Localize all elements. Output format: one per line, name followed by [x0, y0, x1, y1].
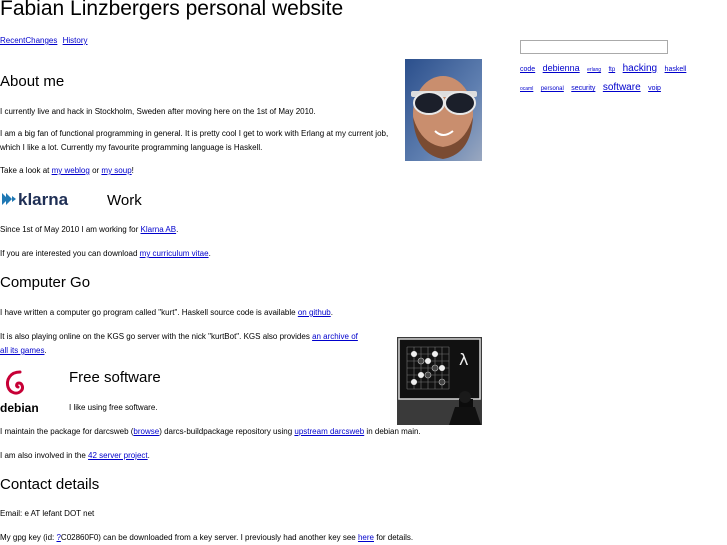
about-text-3-post: ! — [131, 166, 134, 175]
github-link[interactable]: on github — [298, 308, 331, 317]
contact-gpg: My gpg key (id: ?C02860F0) can be downlo… — [0, 531, 480, 545]
tag-link-erlang[interactable]: erlang — [587, 67, 601, 73]
search-input[interactable] — [520, 40, 668, 54]
freesw-text-3: I am also involved in the 42 server proj… — [0, 449, 400, 463]
work-text-2-post: . — [208, 249, 211, 258]
about-text-1: I currently live and hack in Stockholm, … — [0, 107, 316, 116]
tag-link-code[interactable]: code — [520, 66, 535, 73]
work-heading: Work — [107, 192, 142, 209]
tag-link-hacking[interactable]: hacking — [623, 63, 657, 74]
upstream-darcsweb-link[interactable]: upstream darcsweb — [294, 427, 364, 436]
go-text-1: I have written a computer go program cal… — [0, 306, 400, 320]
work-text-2-pre: If you are interested you can download — [0, 249, 140, 258]
site-title: Fabian Linzbergers personal website — [0, 0, 344, 20]
freesw-text-2-mid: ) darcs-buildpackage repository using — [159, 427, 295, 436]
debian-logo: debian — [0, 366, 40, 416]
tag-link-personal[interactable]: personal — [541, 86, 564, 92]
recent-changes-link[interactable]: RecentChanges — [0, 36, 57, 45]
contact-heading: Contact details — [0, 476, 100, 493]
tag-link-voip[interactable]: voip — [648, 85, 661, 92]
tag-link-software[interactable]: software — [603, 82, 641, 93]
work-text-1-pre: Since 1st of May 2010 I am working for — [0, 225, 141, 234]
top-nav: RecentChanges History — [0, 36, 91, 45]
klarna-logo-text: klarna — [18, 190, 69, 209]
freesw-text-2-post: in debian main. — [364, 427, 421, 436]
about-text-3: Take a look at my weblog or my soup! — [0, 164, 400, 178]
history-link[interactable]: History — [63, 36, 88, 45]
go-text-2-post: . — [44, 346, 47, 355]
contact-gpg-post: for details. — [374, 533, 414, 542]
go-heading: Computer Go — [0, 274, 91, 291]
soup-link[interactable]: my soup — [101, 166, 131, 175]
contact-gpg-pre: My gpg key (id: — [0, 533, 57, 542]
contact-gpg-mid: C02860F0) can be downloaded from a key s… — [60, 533, 358, 542]
debian-logo-text: debian — [0, 401, 39, 415]
weblog-link[interactable]: my weblog — [52, 166, 90, 175]
go-text-2-pre: It is also playing online on the KGS go … — [0, 332, 313, 341]
games-archive-link-line2: all its games — [0, 346, 45, 355]
tag-link-ocaml[interactable]: ocaml — [520, 86, 533, 92]
tag-link-security[interactable]: security — [571, 85, 595, 92]
portrait-photo — [405, 59, 482, 161]
tag-link-haskell[interactable]: haskell — [665, 66, 687, 73]
tag-link-ftp[interactable]: ftp — [609, 67, 616, 73]
freesw-text-2-pre: I maintain the package for darcsweb ( — [0, 427, 134, 436]
freesw-text-3-post: . — [147, 451, 150, 460]
klarna-logo: klarna — [0, 187, 80, 211]
go-text-1-post: . — [330, 308, 333, 317]
about-heading: About me — [0, 73, 65, 90]
klarna-link[interactable]: Klarna AB — [141, 225, 177, 234]
work-text-1-post: . — [176, 225, 179, 234]
contact-email: Email: e AT lefant DOT net — [0, 509, 95, 518]
freesw-text-2: I maintain the package for darcsweb (bro… — [0, 425, 480, 439]
go-text-1-pre: I have written a computer go program cal… — [0, 308, 298, 317]
about-text-3-mid: or — [89, 166, 102, 175]
tag-link-debienna[interactable]: debienna — [543, 63, 580, 73]
lambda-glyph: λ — [459, 350, 468, 369]
about-text-3-pre: Take a look at — [0, 166, 52, 175]
browse-link[interactable]: browse — [133, 427, 159, 436]
go-board-image: λ — [397, 337, 482, 425]
tag-cloud: code debienna erlang ftp hacking haskell… — [520, 59, 690, 97]
cv-link[interactable]: my curriculum vitae — [140, 249, 209, 258]
freesw-text-3-pre: I am also involved in the — [0, 451, 89, 460]
work-text-1: Since 1st of May 2010 I am working for K… — [0, 223, 400, 237]
server-project-link[interactable]: 42 server project — [88, 451, 148, 460]
old-key-here-link[interactable]: here — [358, 533, 374, 542]
work-text-2: If you are interested you can download m… — [0, 247, 400, 261]
freesw-heading: Free software — [69, 369, 161, 386]
about-text-2: I am a big fan of functional programming… — [0, 129, 389, 152]
freesw-text-1: I like using free software. — [69, 403, 158, 412]
go-text-2: It is also playing online on the KGS go … — [0, 330, 385, 358]
games-archive-link-line1: an archive of — [312, 332, 358, 341]
